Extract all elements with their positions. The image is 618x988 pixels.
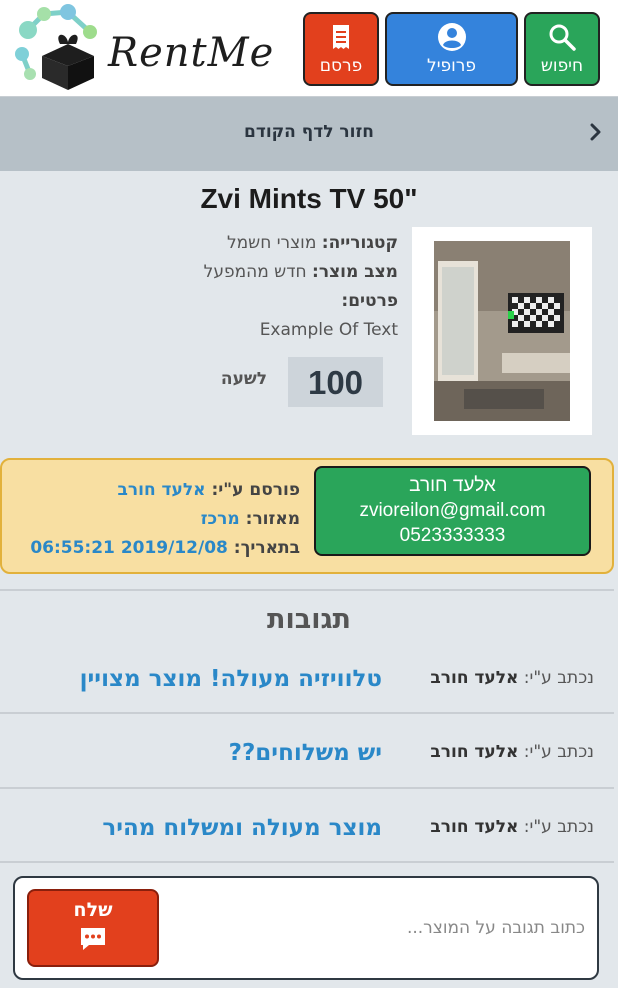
product-info: קטגורייה: מוצרי חשמל מצב מוצר: חדש מהמפע… — [150, 229, 398, 345]
app-header: RentMe פרסם פרופיל חיפוש — [0, 0, 618, 97]
logo[interactable]: RentMe — [10, 4, 280, 92]
author-name[interactable]: אלעד חורב — [430, 817, 518, 837]
comment-item: נכתב ע"י: אלעד חורב יש משלוחים?? — [0, 714, 614, 788]
search-label: חיפוש — [540, 56, 584, 76]
comment-input[interactable] — [165, 913, 585, 943]
condition-row: מצב מוצר: חדש מהמפעל — [150, 258, 398, 287]
written-by-label: נכתב ע"י: — [523, 817, 594, 837]
send-button[interactable]: שלח — [27, 889, 159, 967]
comment-text: מוצר מעולה ומשלוח מהיר — [102, 815, 382, 841]
area-row: מאזור: מרכז — [12, 505, 300, 534]
publish-details: פורסם ע"י: אלעד חורב מאזור: מרכז בתאריך:… — [12, 476, 300, 563]
area-label: מאזור: — [245, 509, 300, 529]
contact-email[interactable]: zvioreilon@gmail.com — [316, 498, 589, 523]
logo-box-icon — [15, 4, 97, 90]
category-label: קטגורייה: — [321, 233, 398, 253]
send-label: שלח — [73, 899, 113, 921]
comment-author: נכתב ע"י: אלעד חורב — [394, 742, 594, 762]
product-image[interactable] — [412, 227, 592, 435]
search-button[interactable]: חיפוש — [524, 12, 600, 86]
date-label: בתאריך: — [233, 538, 300, 558]
chevron-right-icon[interactable] — [586, 119, 606, 145]
price-value: 100 — [288, 357, 383, 407]
search-icon — [549, 24, 576, 51]
details-label: פרטים: — [341, 291, 398, 311]
category-value: מוצרי חשמל — [226, 233, 317, 253]
tv-photo-icon — [434, 241, 570, 421]
publish-icon — [333, 25, 349, 49]
logo-text: RentMe — [108, 30, 275, 76]
product-title: Zvi Mints TV 50" — [200, 183, 418, 214]
comment-text: טלוויזיה מעולה! מוצר מצויין — [79, 666, 382, 692]
comment-item: נכתב ע"י: אלעד חורב מוצר מעולה ומשלוח מה… — [0, 789, 614, 863]
comments-title: תגובות — [267, 604, 351, 635]
profile-icon — [437, 23, 466, 51]
author-name[interactable]: אלעד חורב — [430, 668, 518, 688]
chat-icon — [81, 928, 105, 950]
publish-button[interactable]: פרסם — [303, 12, 379, 86]
category-row: קטגורייה: מוצרי חשמל — [150, 229, 398, 258]
comment-item: נכתב ע"י: אלעד חורב טלוויזיה מעולה! מוצר… — [0, 640, 614, 714]
written-by-label: נכתב ע"י: — [523, 668, 594, 688]
profile-button[interactable]: פרופיל — [385, 12, 518, 86]
contact-card[interactable]: אלעד חורב zvioreilon@gmail.com 052333333… — [314, 466, 591, 556]
condition-value: חדש מהמפעל — [203, 262, 307, 282]
comment-composer: שלח — [13, 876, 599, 980]
comment-author: נכתב ע"י: אלעד חורב — [394, 817, 594, 837]
details-value: Example Of Text — [259, 320, 398, 340]
condition-label: מצב מוצר: — [312, 262, 398, 282]
area-value: מרכז — [200, 509, 240, 529]
details-row: פרטים: — [150, 287, 398, 316]
published-by-row: פורסם ע"י: אלעד חורב — [12, 476, 300, 505]
date-row: בתאריך: 2019/12/08 06:55:21 — [12, 534, 300, 563]
price-unit: לשעה — [220, 369, 268, 389]
back-label: חזור לדף הקודם — [243, 122, 374, 142]
contact-name: אלעד חורב — [409, 475, 496, 496]
divider — [0, 861, 614, 863]
profile-label: פרופיל — [427, 56, 476, 76]
date-value: 2019/12/08 06:55:21 — [30, 538, 228, 558]
back-bar[interactable]: חזור לדף הקודם — [0, 97, 618, 171]
publish-label: פרסם — [319, 56, 363, 76]
published-by-label: פורסם ע"י: — [211, 480, 300, 500]
author-name[interactable]: אלעד חורב — [430, 742, 518, 762]
comment-text: יש משלוחים?? — [228, 740, 382, 766]
divider — [0, 589, 614, 591]
contact-phone[interactable]: 0523333333 — [316, 523, 589, 548]
seller-panel: אלעד חורב zvioreilon@gmail.com 052333333… — [0, 458, 614, 574]
published-by-value[interactable]: אלעד חורב — [118, 480, 206, 500]
comment-author: נכתב ע"י: אלעד חורב — [394, 668, 594, 688]
written-by-label: נכתב ע"י: — [523, 742, 594, 762]
